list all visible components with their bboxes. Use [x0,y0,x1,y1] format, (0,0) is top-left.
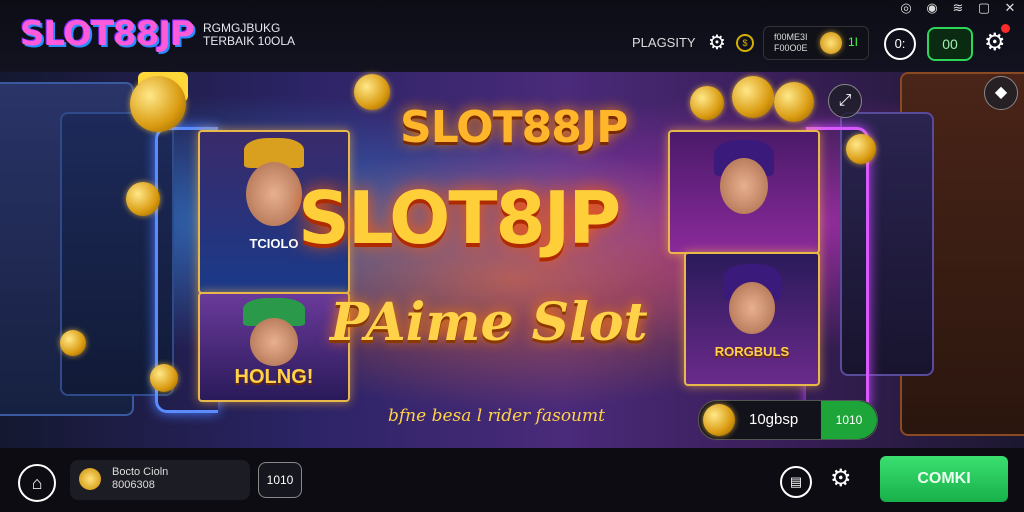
account-box[interactable]: Bocto Cioln 8006308 [70,460,250,500]
coin-icon [732,76,774,118]
tile-label: HOLNG! [234,366,314,388]
system-icons: ◎ ◉ ≋ ▢ ✕ [898,0,1018,16]
banner-title-script: PAime Slot [330,292,648,353]
coin-icon [130,76,186,132]
tagline: RGMGJBUKG TERBAIK 10OLA [203,22,295,48]
coin-icon [690,86,724,120]
notification-dot [1000,24,1010,33]
coin-icon [354,74,390,110]
close-icon[interactable]: ✕ [1002,0,1018,16]
jackpot-value: 10gbsp [749,411,799,428]
wallet-box[interactable]: f00ME3I F00O0E 1I [763,26,869,60]
jackpot-widget[interactable]: 10gbsp 1010 [698,400,878,440]
profile-button[interactable]: 0: [884,28,916,60]
top-bar: SLOT88JP RGMGJBUKG TERBAIK 10OLA ◎ ◉ ≋ ▢… [0,0,1024,72]
instagram-icon[interactable]: ◉ [924,0,940,16]
instagram-icon[interactable]: ◎ [898,0,914,16]
account-text: Bocto Cioln 8006308 [112,466,168,492]
coin-icon [703,404,735,436]
home-icon[interactable]: ⌂ [18,464,56,502]
character-face [250,318,298,366]
character-face [246,162,302,226]
account-line1: Bocto Cioln [112,466,169,478]
wallet-text-line1: f00ME3I [774,32,808,42]
balance-pill[interactable]: 00 [927,27,973,61]
coin-icon [846,134,876,164]
tagline-line2: TERBAIK 10OLA [203,34,296,48]
hero-banner: NJF ⤢ ◆ TCIOLO HOLNG! RORGBULS SLOT88JP … [0,72,1024,448]
expand-icon[interactable]: ◆ [984,76,1018,110]
jackpot-button[interactable]: 1010 [821,401,877,439]
coin-icon [150,364,178,392]
avatar [79,468,101,490]
account-line2: 8006308 [112,479,155,491]
wifi-icon[interactable]: ≋ [950,0,966,16]
play-city-link[interactable]: PLAGSITY [632,35,696,50]
game-tile-2[interactable]: HOLNG! [198,292,350,402]
document-icon[interactable]: ▤ [780,466,812,498]
window-icon[interactable]: ▢ [976,0,992,16]
coin-icon: $ [736,34,754,52]
settings-gear-icon[interactable]: ⚙ [984,24,1010,57]
character-face [720,158,768,214]
banner-subline: bfne besa l rider fasoumt [388,406,605,426]
wallet-text: f00ME3I F00O0E [774,32,808,54]
wallet-text-line2: F00O0E [774,43,808,53]
coin-icon [126,182,160,216]
settings-gear-icon[interactable]: ⚙ [708,30,726,55]
settings-gear-icon[interactable]: ⚙ [830,464,852,493]
site-logo[interactable]: SLOT88JP [20,14,195,54]
banner-title-main: SLOT8JP [298,176,621,260]
mini-button[interactable]: 1010 [258,462,302,498]
wallet-value: 1I [848,35,859,49]
character-face [729,282,775,334]
game-tile-4[interactable]: RORGBULS [684,252,820,386]
tile-label: RORGBULS [714,344,790,359]
coin-icon [60,330,86,356]
banner-title-small: SLOT88JP [400,102,628,153]
game-tile-3[interactable] [668,130,820,254]
fullscreen-icon[interactable]: ⤢ [828,84,862,118]
coin-icon [820,32,842,54]
coin-icon [774,82,814,122]
cta-button[interactable]: COMKI [880,456,1008,502]
